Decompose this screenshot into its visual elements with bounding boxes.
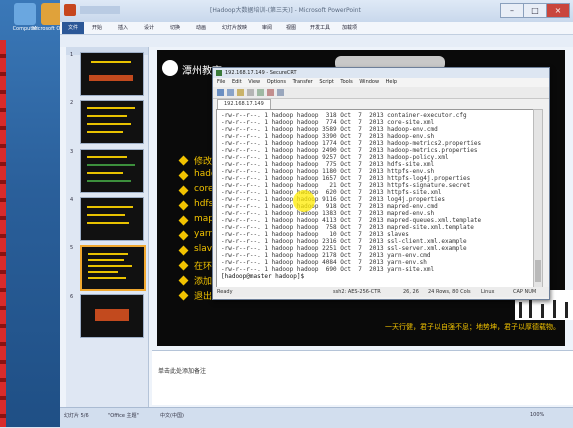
terminal-line: -rw-r--r--. 1 hadoop hadoop 1657 Oct 7 2… — [221, 175, 471, 182]
status-ready: Ready — [217, 289, 233, 295]
menu-tools[interactable]: Tools — [340, 79, 352, 85]
terminal-line: -rw-r--r--. 1 hadoop hadoop 3390 Oct 7 2… — [221, 133, 435, 140]
quick-connect-icon[interactable] — [227, 89, 234, 96]
terminal-line: -rw-r--r--. 1 hadoop hadoop 690 Oct 7 20… — [221, 266, 435, 273]
cursor-highlight — [293, 190, 315, 212]
notes-pane[interactable] — [152, 350, 573, 405]
desktop-background — [0, 0, 60, 427]
terminal-line: -rw-r--r--. 1 hadoop hadoop 21 Oct 7 201… — [221, 182, 471, 189]
powerpoint-app-icon[interactable] — [64, 4, 76, 16]
tab-developer[interactable]: 开发工具 — [310, 24, 330, 31]
terminal-line: -rw-r--r--. 1 hadoop hadoop 758 Oct 7 20… — [221, 224, 474, 231]
terminal-line: -rw-r--r--. 1 hadoop hadoop 2490 Oct 7 2… — [221, 147, 478, 154]
ribbon-area — [60, 35, 573, 47]
securecrt-menubar: File Edit View Options Transfer Script T… — [213, 78, 549, 87]
terminal-line: -rw-r--r--. 1 hadoop hadoop 620 Oct 7 20… — [221, 189, 442, 196]
print-icon[interactable] — [267, 89, 274, 96]
status-keys: CAP NUM — [513, 289, 537, 295]
securecrt-titlebar: 192.168.17.149 - SecureCRT — [213, 68, 549, 78]
terminal-line: -rw-r--r--. 1 hadoop hadoop 2316 Oct 7 2… — [221, 238, 467, 245]
menu-options[interactable]: Options — [267, 79, 286, 85]
scrollbar-thumb[interactable] — [535, 260, 541, 282]
tab-review[interactable]: 审阅 — [262, 24, 272, 31]
terminal-line: -rw-r--r--. 1 hadoop hadoop 2178 Oct 7 2… — [221, 252, 431, 259]
thumbnail-number: 6 — [70, 294, 74, 300]
slide-thumbnail[interactable] — [80, 149, 144, 193]
status-cursor-pos: 26, 26 — [403, 289, 419, 295]
connect-icon[interactable] — [217, 89, 224, 96]
computer-icon[interactable] — [14, 3, 36, 25]
tab-addins[interactable]: 加载项 — [342, 24, 357, 31]
terminal-line: -rw-r--r--. 1 hadoop hadoop 1180 Oct 7 2… — [221, 168, 435, 175]
tab-view[interactable]: 视图 — [286, 24, 296, 31]
terminal-prompt: [hadoop@master hadoop]$ — [221, 273, 308, 280]
status-cipher: ssh2: AES-256-CTR — [333, 289, 381, 295]
menu-window[interactable]: Window — [359, 79, 379, 85]
slide-thumbnail[interactable] — [80, 294, 144, 338]
terminal-line: -rw-r--r--. 1 hadoop hadoop 2251 Oct 7 2… — [221, 245, 467, 252]
thumbnail-number: 1 — [70, 52, 74, 58]
window-title: [Hadoop大数据培训-(第三天)] - Microsoft PowerPoi… — [210, 7, 361, 14]
status-theme: "Office 主题" — [108, 413, 139, 419]
slide-thumbnail[interactable] — [80, 52, 144, 96]
maximize-button[interactable]: □ — [523, 3, 547, 18]
menu-edit[interactable]: Edit — [232, 79, 242, 85]
status-zoom[interactable]: 100% — [530, 412, 544, 418]
menu-transfer[interactable]: Transfer — [293, 79, 313, 85]
securecrt-statusbar: Ready ssh2: AES-256-CTR 26, 26 24 Rows, … — [213, 287, 549, 297]
desktop-side-banner — [0, 40, 6, 427]
tab-file[interactable]: 文件 — [62, 22, 84, 34]
thumbnail-number: 2 — [70, 100, 74, 106]
tab-animations[interactable]: 动画 — [196, 24, 206, 31]
slide-bullet-text: 退出 — [194, 292, 213, 302]
slide-thumbnail[interactable] — [80, 197, 144, 241]
desktop-icon-label: Microsoft Office — [32, 26, 60, 32]
terminal-line: -rw-r--r--. 1 hadoop hadoop 9257 Oct 7 2… — [221, 154, 449, 161]
close-button[interactable]: × — [546, 3, 570, 18]
securecrt-app-icon — [216, 69, 222, 76]
thumbnail-number: 3 — [70, 149, 74, 155]
terminal-line: -rw-r--r--. 1 hadoop hadoop 918 Oct 7 20… — [221, 203, 438, 210]
securecrt-title: 192.168.17.149 - SecureCRT — [225, 70, 297, 76]
settings-icon[interactable] — [277, 89, 284, 96]
tab-transitions[interactable]: 切换 — [170, 24, 180, 31]
status-os: Linux — [481, 289, 495, 295]
status-slide-number: 幻灯片 5/6 — [64, 413, 89, 419]
menu-help[interactable]: Help — [386, 79, 397, 85]
slide-footer-quote: 一天行健，君子以自强不息；地势坤，君子以厚德载物。 — [385, 323, 560, 331]
status-dimensions: 24 Rows, 80 Cols — [428, 289, 471, 295]
tab-design[interactable]: 设计 — [144, 24, 154, 31]
terminal-line: -rw-r--r--. 1 hadoop hadoop 9116 Oct 7 2… — [221, 196, 445, 203]
tab-slideshow[interactable]: 幻灯片放映 — [222, 24, 247, 31]
menu-view[interactable]: View — [248, 79, 260, 85]
copy-icon[interactable] — [237, 89, 244, 96]
terminal-line: -rw-r--r--. 1 hadoop hadoop 1774 Oct 7 2… — [221, 140, 482, 147]
find-icon[interactable] — [257, 89, 264, 96]
terminal-line: -rw-r--r--. 1 hadoop hadoop 775 Oct 7 20… — [221, 161, 435, 168]
terminal-line: -rw-r--r--. 1 hadoop hadoop 3589 Oct 7 2… — [221, 126, 438, 133]
terminal-line: -rw-r--r--. 1 hadoop hadoop 4113 Oct 7 2… — [221, 217, 482, 224]
securecrt-toolbar — [213, 87, 549, 99]
terminal-output[interactable]: -rw-r--r--. 1 hadoop hadoop 318 Oct 7 20… — [216, 109, 534, 288]
menu-file[interactable]: File — [217, 79, 225, 85]
minimize-button[interactable]: – — [500, 3, 524, 18]
terminal-line: -rw-r--r--. 1 hadoop hadoop 318 Oct 7 20… — [221, 112, 467, 119]
terminal-line: -rw-r--r--. 1 hadoop hadoop 4084 Oct 7 2… — [221, 259, 427, 266]
slide-thumbnail-selected[interactable] — [80, 245, 146, 291]
tab-home[interactable]: 开始 — [92, 24, 102, 31]
paste-icon[interactable] — [247, 89, 254, 96]
thumbnail-number: 4 — [70, 197, 74, 203]
menu-script[interactable]: Script — [319, 79, 334, 85]
slide-thumbnail[interactable] — [80, 100, 144, 144]
tab-insert[interactable]: 插入 — [118, 24, 128, 31]
terminal-line: -rw-r--r--. 1 hadoop hadoop 10 Oct 7 201… — [221, 231, 409, 238]
quick-access-toolbar[interactable] — [80, 6, 120, 14]
terminal-line: -rw-r--r--. 1 hadoop hadoop 1383 Oct 7 2… — [221, 210, 435, 217]
org-logo-icon — [162, 60, 178, 76]
status-language: 中文(中国) — [160, 413, 184, 419]
terminal-scrollbar[interactable] — [533, 109, 543, 288]
thumbnail-number: 5 — [70, 245, 74, 251]
notes-placeholder[interactable]: 单击此处添加备注 — [158, 366, 206, 375]
terminal-line: -rw-r--r--. 1 hadoop hadoop 774 Oct 7 20… — [221, 119, 435, 126]
